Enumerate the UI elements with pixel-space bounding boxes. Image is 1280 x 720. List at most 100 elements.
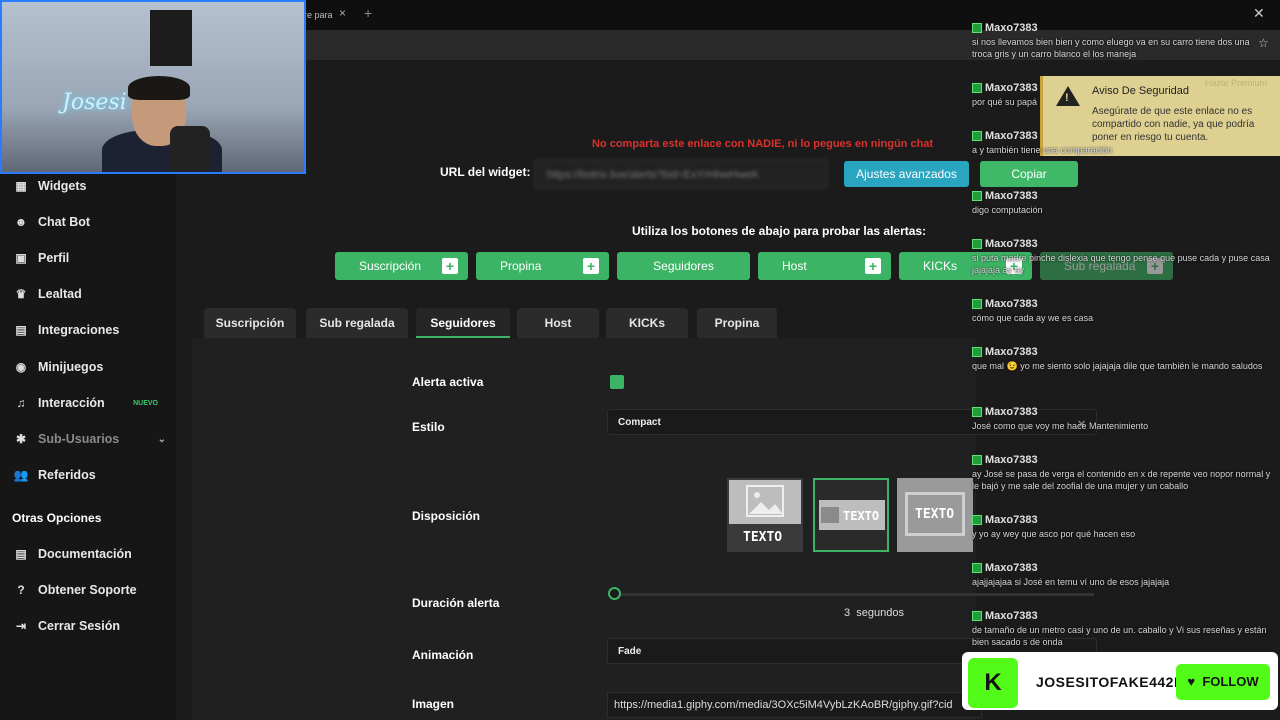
sidebar-item-minijuegos[interactable]: ◉ Minijuegos: [12, 355, 172, 379]
sidebar-item-label: Lealtad: [38, 287, 82, 301]
sidebar-section-title: Otras Opciones: [12, 511, 102, 525]
chat-username: Maxo7383: [972, 22, 1272, 34]
chat-username: Maxo7383: [972, 454, 1272, 466]
image-url-input[interactable]: https://media1.giphy.com/media/3OXc5iM4V…: [607, 692, 982, 718]
tab-seguidores[interactable]: Seguidores: [416, 308, 510, 338]
kick-badge-icon: [972, 455, 982, 465]
sidebar-item-cerrar-sesi-n[interactable]: ⇥ Cerrar Sesión: [12, 614, 172, 638]
new-badge: NUEVO: [133, 399, 158, 407]
heart-icon: ♥: [1187, 674, 1196, 689]
chat-message-text: y yo ay wey que asco por qué hacen eso: [972, 529, 1136, 539]
tab-kicks[interactable]: KICKs: [606, 308, 688, 338]
test-button-label: Seguidores: [653, 259, 714, 273]
layout-option-image-top[interactable]: TEXTO: [727, 478, 803, 552]
tab-suscripci-n[interactable]: Suscripción: [204, 308, 296, 338]
layout-label: Disposición: [412, 509, 481, 523]
document-icon: ▤: [15, 547, 27, 561]
animation-label: Animación: [412, 648, 474, 662]
test-button-propina[interactable]: Propina +: [476, 252, 609, 280]
help-icon: ?: [17, 583, 25, 597]
image-placeholder-icon: [729, 480, 801, 524]
profile-card-icon: ▣: [15, 251, 27, 265]
sidebar-item-label: Referidos: [38, 468, 96, 482]
chat-message-text: digo computación: [972, 205, 1043, 215]
sidebar-item-lealtad[interactable]: ♛ Lealtad: [12, 282, 172, 306]
test-button-host[interactable]: Host +: [758, 252, 891, 280]
test-button-suscripci-n[interactable]: Suscripción +: [335, 252, 468, 280]
webcam-poster: [150, 10, 192, 66]
layout-option-text-overlay[interactable]: TEXTO: [897, 478, 973, 552]
copy-button[interactable]: Copiar: [980, 161, 1078, 187]
kick-channel-name: JOSESITOFAKE442I: [1036, 674, 1179, 690]
chat-message: Maxo7383 si nos llevamos bien bien y como…: [972, 22, 1272, 60]
chat-message: Maxo7383 ay José se pasa de verga el cont…: [972, 454, 1272, 492]
tab-sub-regalada[interactable]: Sub regalada: [306, 308, 408, 338]
chat-username: Maxo7383: [972, 238, 1272, 250]
alert-active-checkbox[interactable]: [610, 375, 624, 389]
kick-badge-icon: [972, 563, 982, 573]
sidebar-item-chat-bot[interactable]: ☻ Chat Bot: [12, 210, 172, 234]
window-close-icon[interactable]: ✕: [1253, 5, 1265, 22]
sidebar-item-referidos[interactable]: 👥 Referidos: [12, 463, 172, 487]
layout-option-image-left[interactable]: TEXTO: [813, 478, 889, 552]
chat-message-text: a y también tiene una comparación: [972, 145, 1113, 155]
chat-message-text: de tamaño de un metro casi y uno de un. …: [972, 625, 1267, 647]
webcam-overlay: Josesi: [0, 0, 306, 174]
sidebar-item-label: Widgets: [38, 179, 87, 193]
chat-message: Maxo7383 ajajjajajaa si José en temu ví u…: [972, 562, 1272, 588]
sidebar-item-obtener-soporte[interactable]: ? Obtener Soporte: [12, 578, 172, 602]
sidebar-item-label: Obtener Soporte: [38, 583, 137, 597]
chat-message-text: cómo que cada ay we es casa: [972, 313, 1094, 323]
chevron-down-icon[interactable]: ⌄: [158, 434, 166, 445]
sidebar-item-sub-usuarios[interactable]: ✱ Sub-Usuarios ⌄: [12, 427, 172, 451]
sidebar-item-label: Perfil: [38, 251, 70, 265]
webcam-microphone: [170, 126, 210, 172]
chat-message: Maxo7383 digo computación: [972, 190, 1272, 216]
sidebar-item-perfil[interactable]: ▣ Perfil: [12, 246, 172, 270]
chat-message-text: si nos llevamos bien bien y como eluego …: [972, 37, 1250, 59]
bookmark-star-icon[interactable]: ☆: [1258, 36, 1269, 50]
advanced-settings-button[interactable]: Ajustes avanzados: [844, 161, 969, 187]
kick-badge-icon: [972, 239, 982, 249]
plus-icon: +: [442, 258, 458, 274]
chat-message: Maxo7383 por qué su papá: [972, 82, 1272, 108]
kick-badge-icon: [972, 131, 982, 141]
robot-icon: ☻: [14, 215, 28, 229]
duration-slider-track[interactable]: [614, 593, 1094, 596]
kick-badge-icon: [972, 407, 982, 417]
kick-badge-icon: [972, 611, 982, 621]
widget-url-field[interactable]: https://botrix.live/alerts?bid=ExYrHhwHw…: [534, 159, 828, 189]
follow-button[interactable]: ♥ FOLLOW: [1176, 664, 1270, 700]
tab-host[interactable]: Host: [517, 308, 599, 338]
sidebar-item-label: Integraciones: [38, 323, 120, 337]
kick-badge-icon: [972, 299, 982, 309]
sidebar-item-widgets[interactable]: ▦ Widgets: [12, 174, 172, 198]
tab-propina[interactable]: Propina: [697, 308, 777, 338]
sidebar-item-interacci-n[interactable]: ♫ Interacción NUEVO: [12, 391, 172, 415]
music-note-icon: ♫: [16, 396, 26, 410]
tab-close-icon[interactable]: ×: [339, 6, 346, 20]
chat-username: Maxo7383: [972, 130, 1272, 142]
duration-slider-handle[interactable]: [608, 587, 621, 600]
chat-message: Maxo7383 y yo ay wey que asco por qué hac…: [972, 514, 1272, 540]
chat-username: Maxo7383: [972, 346, 1272, 358]
sidebar-item-integraciones[interactable]: ▤ Integraciones: [12, 318, 172, 342]
chat-message: Maxo7383 a y también tiene una comparació…: [972, 130, 1272, 156]
widget-url-label: URL del widget:: [440, 165, 531, 179]
security-warning-text: No comparta este enlace con NADIE, ni lo…: [592, 138, 934, 150]
duration-value: 3 segundos: [844, 607, 904, 619]
chat-message: Maxo7383 si puta madre pinche dislexia qu…: [972, 238, 1272, 276]
chat-username: Maxo7383: [972, 562, 1272, 574]
new-tab-icon[interactable]: +: [364, 5, 372, 21]
referral-icon: 👥: [13, 468, 29, 482]
kick-badge-icon: [972, 191, 982, 201]
test-button-seguidores[interactable]: Seguidores: [617, 252, 750, 280]
sidebar-item-documentaci-n[interactable]: ▤ Documentación: [12, 542, 172, 566]
webcam-neon-sign: Josesi: [62, 90, 127, 115]
kick-badge-icon: [972, 347, 982, 357]
test-button-label: KICKs: [923, 259, 958, 273]
sidebar-item-label: Minijuegos: [38, 360, 104, 374]
layout-text-label: TEXTO: [843, 509, 880, 523]
users-icon: ✱: [15, 432, 27, 446]
test-alerts-label: Utiliza los botones de abajo para probar…: [632, 224, 927, 238]
